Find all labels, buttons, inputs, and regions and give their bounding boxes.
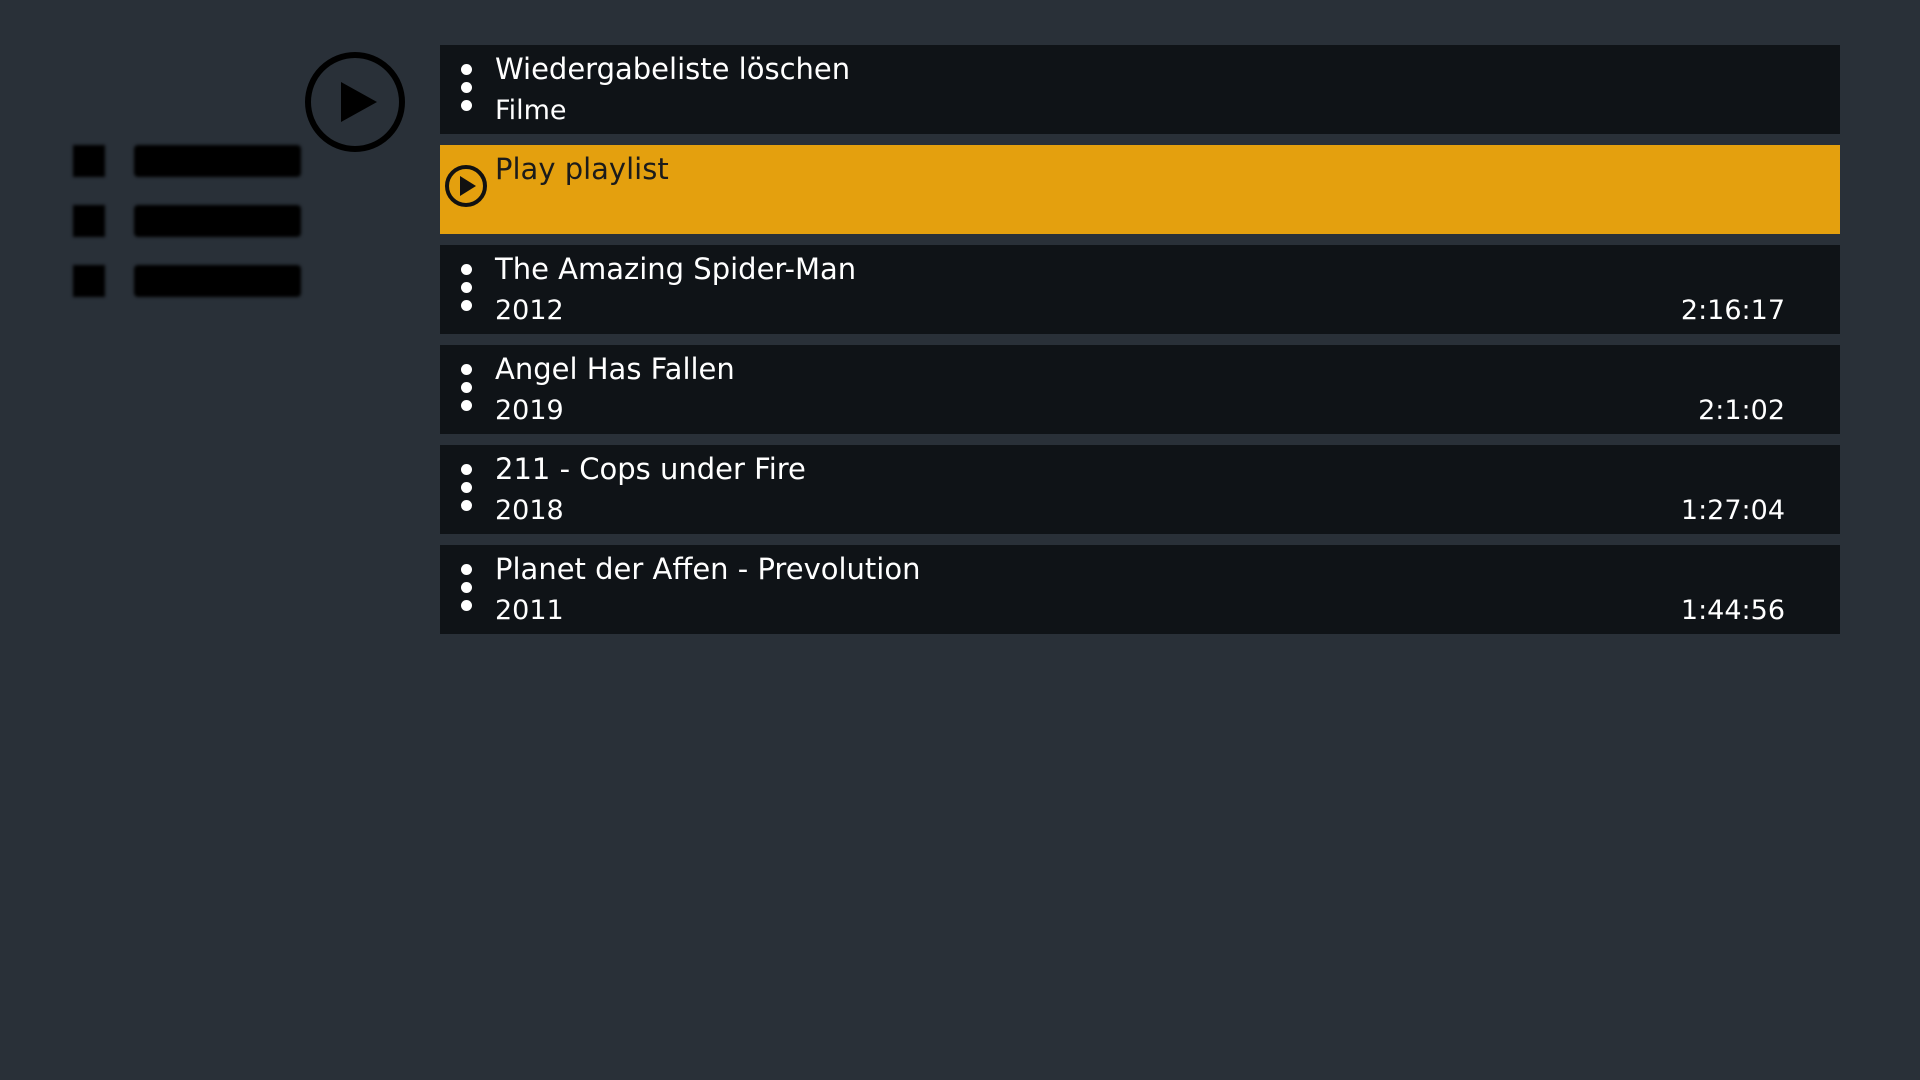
movie-title: 211 - Cops under Fire [495, 452, 806, 486]
list-item-movie[interactable]: Planet der Affen - Prevolution 2011 1:44… [440, 545, 1840, 634]
list-item-title: Wiedergabeliste löschen [495, 52, 851, 86]
movie-title: Angel Has Fallen [495, 352, 735, 386]
play-circle-icon [445, 165, 487, 207]
movie-title: Planet der Affen - Prevolution [495, 552, 921, 586]
movie-year: 2011 [495, 595, 564, 626]
list-item-subtitle: Filme [495, 95, 567, 126]
movie-duration: 1:44:56 [1680, 595, 1785, 626]
play-circle-icon [305, 52, 405, 152]
playlist-icon-bar [134, 265, 301, 297]
list-item-play-playlist[interactable]: Play playlist [440, 145, 1840, 234]
more-vertical-icon[interactable] [460, 564, 472, 612]
playlist-icon-bar [134, 205, 301, 237]
playlist-icon [73, 143, 303, 299]
movie-year: 2018 [495, 495, 564, 526]
list-item-clear-playlist[interactable]: Wiedergabeliste löschen Filme [440, 45, 1840, 134]
list-item-movie[interactable]: The Amazing Spider-Man 2012 2:16:17 [440, 245, 1840, 334]
movie-title: The Amazing Spider-Man [495, 252, 857, 286]
list-item-movie[interactable]: 211 - Cops under Fire 2018 1:27:04 [440, 445, 1840, 534]
movie-duration: 2:1:02 [1698, 395, 1785, 426]
playlist-list: Wiedergabeliste löschen Filme Play playl… [440, 45, 1840, 645]
movie-year: 2012 [495, 295, 564, 326]
playlist-icon-bullet [73, 205, 105, 237]
playlist-icon-bullet [73, 265, 105, 297]
movie-duration: 1:27:04 [1680, 495, 1785, 526]
playlist-icon-bullet [73, 145, 105, 177]
list-item-movie[interactable]: Angel Has Fallen 2019 2:1:02 [440, 345, 1840, 434]
more-vertical-icon[interactable] [460, 464, 472, 512]
more-vertical-icon[interactable] [460, 264, 472, 312]
playlist-icon-bar [134, 145, 301, 177]
list-item-title: Play playlist [495, 152, 669, 186]
playlist-screen: Wiedergabeliste löschen Filme Play playl… [0, 0, 1920, 1080]
more-vertical-icon[interactable] [460, 64, 472, 112]
movie-duration: 2:16:17 [1680, 295, 1785, 326]
more-vertical-icon[interactable] [460, 364, 472, 412]
movie-year: 2019 [495, 395, 564, 426]
